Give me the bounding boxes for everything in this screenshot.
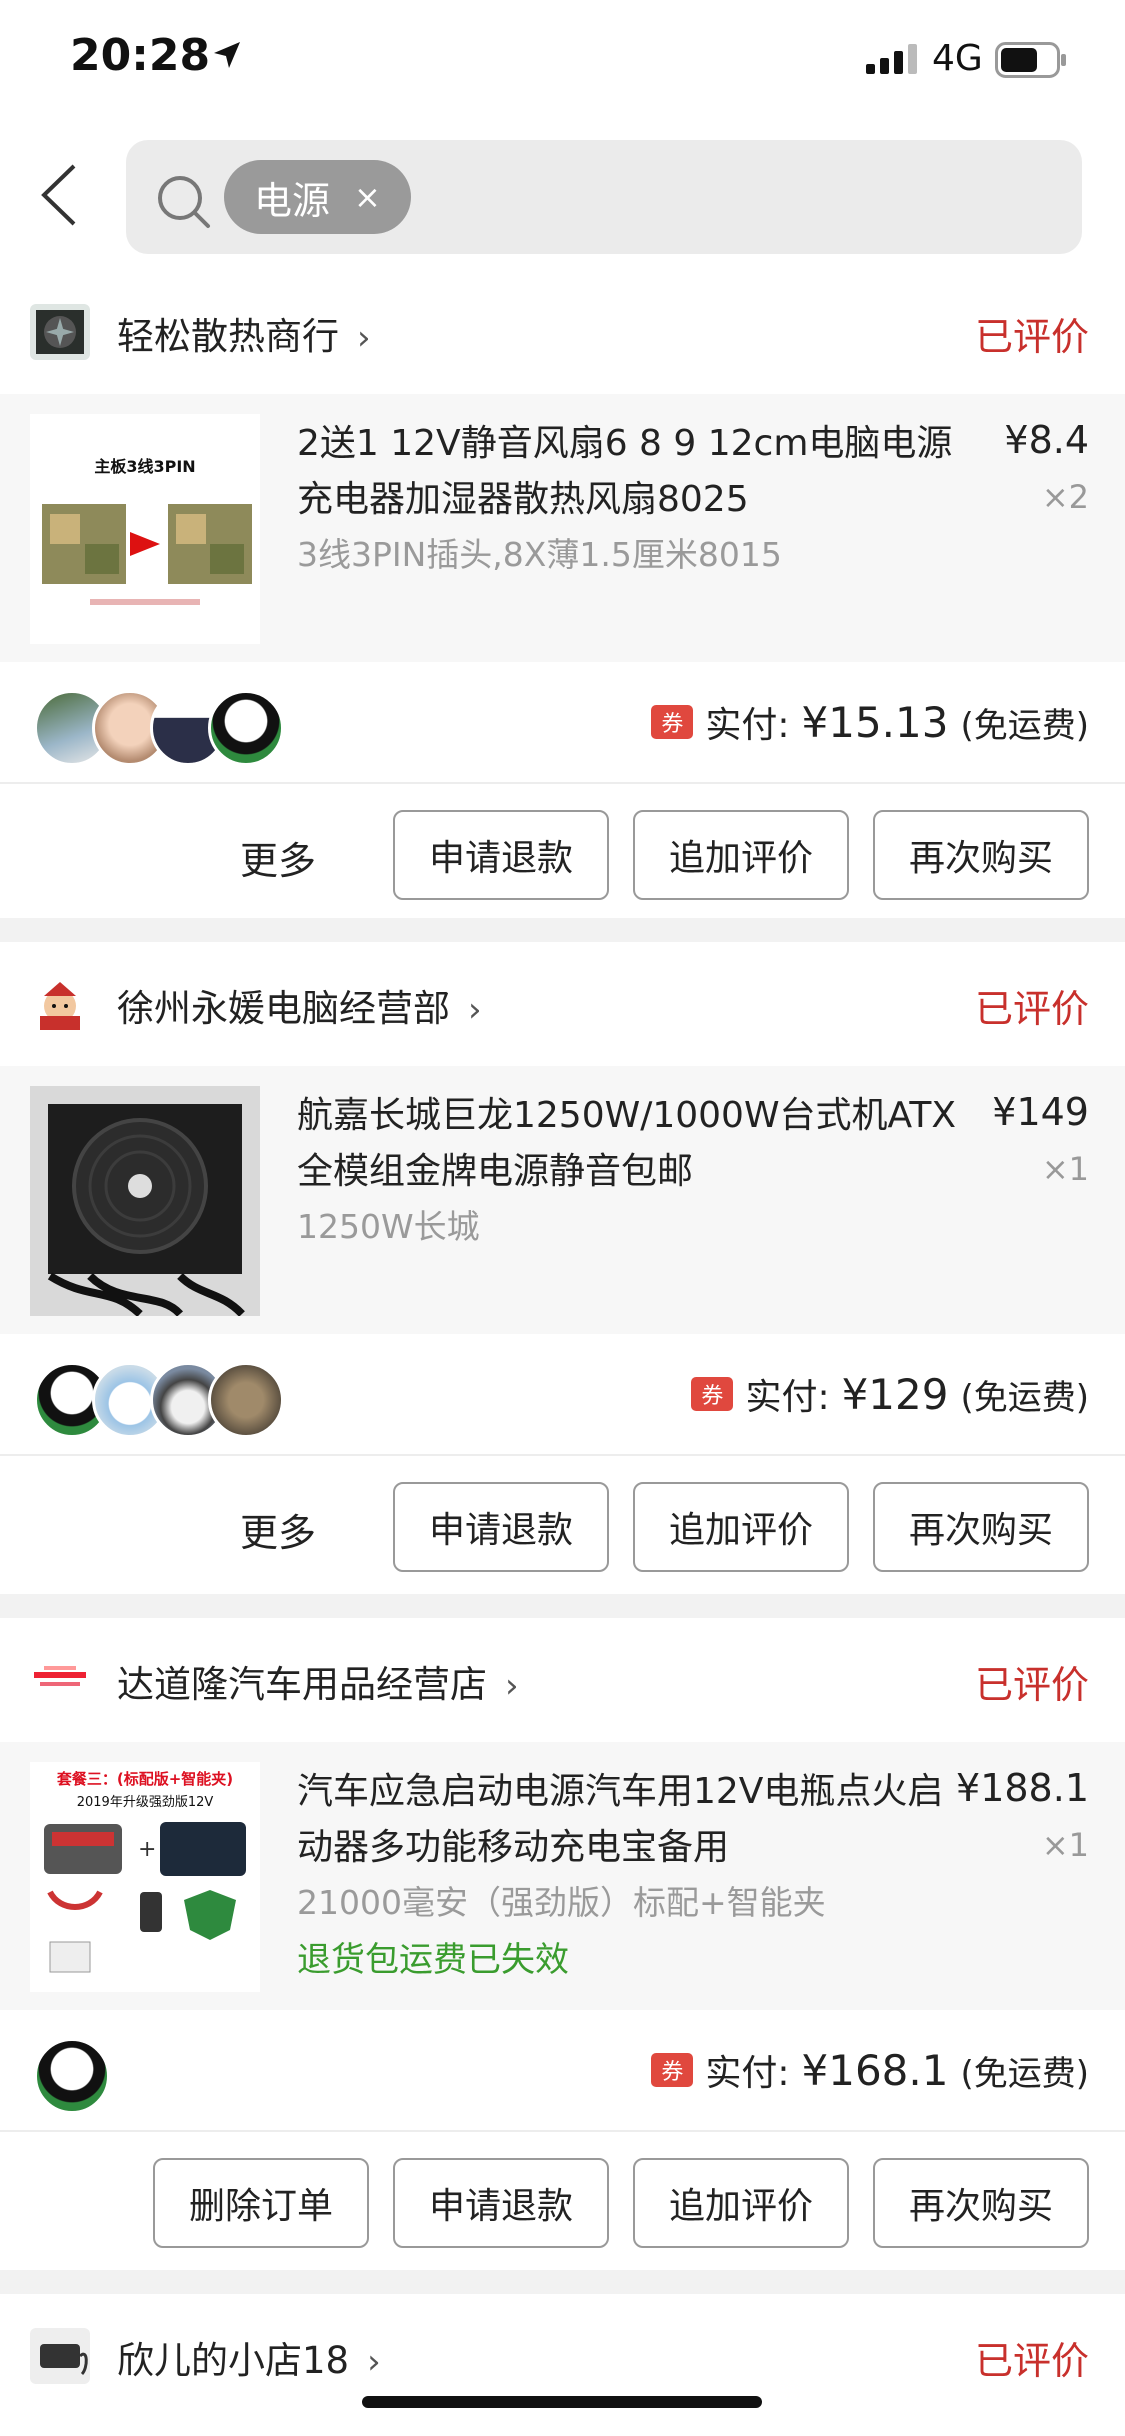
add-review-button[interactable]: 追加评价 <box>633 1482 849 1572</box>
refund-button[interactable]: 申请退款 <box>393 810 609 900</box>
payment-label: 实付: <box>705 705 790 746</box>
store-header[interactable]: 达道隆汽车用品经营店 › 已评价 <box>0 1618 1125 1742</box>
order-card: 轻松散热商行 › 已评价 主板3线3PIN 2送1 12V静音风扇6 8 9 12… <box>0 270 1125 918</box>
svg-text:+: + <box>138 1837 156 1862</box>
search-icon <box>158 176 210 228</box>
delete-order-button[interactable]: 删除订单 <box>153 2158 369 2248</box>
thumb-caption: 套餐三：(标配版+智能夹) <box>56 1770 233 1788</box>
avatar <box>208 690 284 766</box>
shipping-note: (免运费) <box>960 1377 1089 1418</box>
order-card: 徐州永媛电脑经营部 › 已评价 航嘉长城巨龙1250W/1000W台式机ATX全模… <box>0 942 1125 1594</box>
payment-amount: ¥168.1 <box>801 2045 949 2095</box>
thumb-caption: 主板3线3PIN <box>94 457 195 476</box>
store-logo <box>30 1652 90 1708</box>
store-header[interactable]: 轻松散热商行 › 已评价 <box>0 270 1125 394</box>
store-header[interactable]: 徐州永媛电脑经营部 › 已评价 <box>0 942 1125 1066</box>
payment-summary: 券 实付: ¥15.13 (免运费) <box>651 696 1089 748</box>
product-spec: 1250W长城 <box>297 1207 480 1246</box>
product-quantity: ×2 <box>1041 478 1089 516</box>
refund-button[interactable]: 申请退款 <box>393 2158 609 2248</box>
order-actions: 更多 申请退款 追加评价 再次购买 <box>0 784 1125 924</box>
store-logo <box>30 976 90 1032</box>
order-actions: 更多 申请退款 追加评价 再次购买 <box>0 1456 1125 1596</box>
store-name[interactable]: 轻松散热商行 › <box>117 306 371 360</box>
search-input[interactable]: 电源 × <box>126 140 1082 254</box>
signal-bars-icon <box>866 44 917 74</box>
product-row[interactable]: 航嘉长城巨龙1250W/1000W台式机ATX全模组金牌电源静音包邮 1250W… <box>0 1066 1125 1334</box>
order-status: 已评价 <box>974 315 1089 359</box>
battery-icon <box>995 42 1066 78</box>
product-spec: 21000毫安（强劲版）标配+智能夹 <box>297 1883 826 1922</box>
product-price: ¥149 <box>992 1090 1089 1134</box>
product-price: ¥188.1 <box>956 1766 1089 1810</box>
product-title: 航嘉长城巨龙1250W/1000W台式机ATX全模组金牌电源静音包邮 <box>297 1095 957 1192</box>
store-logo <box>30 304 90 360</box>
payment-label: 实付: <box>745 1377 830 1418</box>
thumb-subcaption: 2019年升级强劲版12V <box>77 1795 214 1810</box>
status-time: 20:28 <box>70 30 211 81</box>
coupon-badge: 券 <box>651 2053 694 2087</box>
back-arrow-icon[interactable] <box>36 162 86 228</box>
product-price: ¥8.4 <box>1004 418 1089 462</box>
product-image[interactable]: 主板3线3PIN <box>30 414 260 644</box>
payment-amount: ¥129 <box>841 1369 949 1419</box>
more-button[interactable]: 更多 <box>240 830 316 885</box>
rebuy-button[interactable]: 再次购买 <box>873 810 1089 900</box>
product-image[interactable]: 套餐三：(标配版+智能夹) 2019年升级强劲版12V + <box>30 1762 260 1992</box>
payment-row: 券 实付: ¥168.1 (免运费) <box>0 2010 1125 2132</box>
product-image[interactable] <box>30 1086 260 1316</box>
search-keyword-label: 电源 <box>254 178 331 223</box>
order-status: 已评价 <box>974 2339 1089 2383</box>
search-header: 电源 × <box>0 120 1125 270</box>
order-actions: 删除订单 申请退款 追加评价 再次购买 <box>0 2132 1125 2272</box>
order-card: 达道隆汽车用品经营店 › 已评价 套餐三：(标配版+智能夹) 2019年升级强劲版… <box>0 1618 1125 2270</box>
coupon-badge: 券 <box>651 705 694 739</box>
order-card: 欣儿的小店18 › 已评价 <box>0 2294 1125 2436</box>
home-indicator[interactable] <box>362 2396 762 2408</box>
remove-keyword-icon[interactable]: × <box>354 178 381 216</box>
payment-amount: ¥15.13 <box>801 697 949 747</box>
order-status: 已评价 <box>974 1663 1089 1707</box>
chevron-right-icon: › <box>505 1666 519 1706</box>
refund-button[interactable]: 申请退款 <box>393 1482 609 1572</box>
add-review-button[interactable]: 追加评价 <box>633 2158 849 2248</box>
search-keyword-tag[interactable]: 电源 × <box>224 160 411 234</box>
coupon-badge: 券 <box>691 1377 734 1411</box>
store-name[interactable]: 达道隆汽车用品经营店 › <box>117 1654 519 1708</box>
store-name[interactable]: 欣儿的小店18 › <box>117 2330 381 2384</box>
rebuy-button[interactable]: 再次购买 <box>873 2158 1089 2248</box>
payment-summary: 券 实付: ¥129 (免运费) <box>691 1368 1089 1420</box>
product-title: 2送1 12V静音风扇6 8 9 12cm电脑电源充电器加湿器散热风扇8025 <box>297 423 953 520</box>
product-quantity: ×1 <box>1041 1826 1089 1864</box>
avatar <box>34 2038 110 2114</box>
chevron-right-icon: › <box>357 318 371 358</box>
chevron-right-icon: › <box>468 990 482 1030</box>
payment-summary: 券 实付: ¥168.1 (免运费) <box>651 2044 1089 2096</box>
product-row[interactable]: 主板3线3PIN 2送1 12V静音风扇6 8 9 12cm电脑电源充电器加湿器… <box>0 394 1125 662</box>
avatar <box>208 1362 284 1438</box>
payment-row: 券 实付: ¥129 (免运费) <box>0 1334 1125 1456</box>
product-title: 汽车应急启动电源汽车用12V电瓶点火启动器多功能移动充电宝备用 <box>297 1771 944 1868</box>
more-button[interactable]: 更多 <box>240 1502 316 1557</box>
shipping-note: (免运费) <box>960 705 1089 746</box>
chevron-right-icon: › <box>367 2342 381 2382</box>
product-spec: 3线3PIN插头,8X薄1.5厘米8015 <box>297 535 782 574</box>
payment-label: 实付: <box>705 2053 790 2094</box>
product-row[interactable]: 套餐三：(标配版+智能夹) 2019年升级强劲版12V + 汽车应急启动电源汽车… <box>0 1742 1125 2010</box>
location-arrow-icon <box>214 42 240 68</box>
order-status: 已评价 <box>974 987 1089 1031</box>
shipping-note: (免运费) <box>960 2053 1089 2094</box>
network-type: 4G <box>932 38 983 79</box>
store-name[interactable]: 徐州永媛电脑经营部 › <box>117 978 482 1032</box>
rebuy-button[interactable]: 再次购买 <box>873 1482 1089 1572</box>
return-shipping-note: 退货包运费已失效 <box>297 1940 569 1980</box>
store-logo <box>30 2328 90 2384</box>
add-review-button[interactable]: 追加评价 <box>633 810 849 900</box>
product-quantity: ×1 <box>1041 1150 1089 1188</box>
status-bar: 20:28 4G <box>0 0 1125 120</box>
payment-row: 券 实付: ¥15.13 (免运费) <box>0 662 1125 784</box>
